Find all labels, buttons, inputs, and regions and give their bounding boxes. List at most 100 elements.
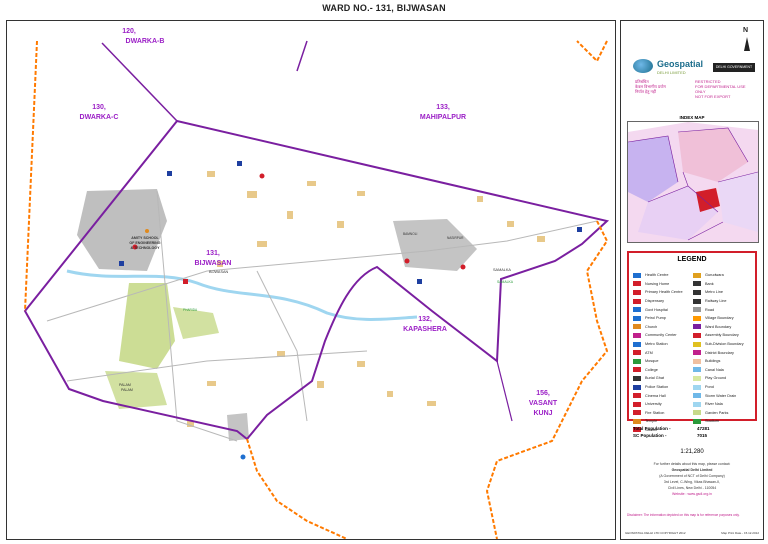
- legend-label: Community Center: [645, 333, 677, 338]
- district-boundary: [24, 40, 38, 312]
- legend-symbol-icon: [693, 384, 701, 390]
- legend-label: Church: [645, 324, 658, 329]
- legend-symbol-icon: [693, 375, 701, 381]
- legend-item: Cinema Hall: [633, 391, 683, 400]
- legend-symbol-icon: [633, 350, 641, 356]
- legend-item: Canal Nala: [693, 366, 744, 375]
- place-label: BIJWASAN: [209, 270, 229, 274]
- legend-symbol-icon: [633, 384, 641, 390]
- north-arrow-icon: [744, 37, 750, 51]
- legend-item: Village Boundary: [693, 314, 744, 323]
- legend-label: Ward Boundary: [705, 324, 732, 329]
- population-value: 7015: [697, 433, 708, 438]
- legend-column-right: Gurudwara Bank Metro Line Railway Line Road V…: [693, 271, 744, 426]
- legend-symbol-icon: [633, 410, 641, 416]
- legend-symbol-icon: [633, 324, 641, 330]
- map-canvas[interactable]: 120, DWARKA-B 130, DWARKA-C 133, MAHIPAL…: [6, 20, 616, 540]
- legend-symbol-icon: [633, 341, 641, 347]
- legend-label: Canal Nala: [705, 367, 724, 372]
- place-label: NASIRPUR: [447, 236, 464, 240]
- legend-item: Community Center: [633, 331, 683, 340]
- legend-label: Railway Line: [705, 299, 727, 304]
- legend-item: Police Station: [633, 383, 683, 392]
- index-map-svg: [628, 122, 758, 242]
- legend-item: Nursing Home: [633, 280, 683, 289]
- ward-label-number: 120,: [122, 28, 136, 35]
- legend-label: University: [645, 402, 662, 407]
- legend-label: Storm Water Drain: [705, 393, 737, 398]
- legend-symbol-icon: [633, 401, 641, 407]
- ward-boundary: [101, 42, 178, 122]
- ward-label-name-2: KUNJ: [533, 410, 552, 417]
- legend-label: Temple: [645, 419, 658, 424]
- legend-symbol-icon: [633, 298, 641, 304]
- district-boundary: [246, 438, 348, 539]
- place-label: & TECHNOLOGY: [131, 246, 161, 250]
- legend-label: Metro Line: [705, 290, 723, 295]
- ward-map-svg: 120, DWARKA-B 130, DWARKA-C 133, MAHIPAL…: [23, 28, 610, 539]
- legend-label: District Boundary: [705, 350, 734, 355]
- ward-label-number: 156,: [536, 390, 550, 397]
- legend-symbol-icon: [693, 410, 701, 416]
- population-row: Total Population - 47281: [633, 425, 710, 432]
- legend-label: Primary Health Centre: [645, 290, 683, 295]
- ward-boundary: [23, 119, 610, 441]
- ward-label-number: 131,: [206, 250, 220, 257]
- map-title: WARD NO.- 131, BIJWASAN: [322, 3, 446, 13]
- legend-item: College: [633, 366, 683, 375]
- legend-item: Ward Boundary: [693, 323, 744, 332]
- restriction-line: NOT FOR EXPORT: [695, 94, 731, 99]
- legend-title: LEGEND: [677, 256, 707, 263]
- legend-symbol-icon: [693, 341, 701, 347]
- logo-subtitle: DELHI LIMITED: [657, 70, 686, 75]
- place-label: SAMALKA: [493, 268, 511, 272]
- legend-symbol-icon: [633, 358, 641, 364]
- index-map[interactable]: [627, 121, 759, 243]
- legend-symbol-icon: [693, 401, 701, 407]
- legend-item: Play Ground: [693, 374, 744, 383]
- legend-label: Pond: [705, 385, 714, 390]
- legend-item: Metro Line: [693, 288, 744, 297]
- buildings: [187, 171, 545, 427]
- legend-symbol-icon: [693, 289, 701, 295]
- legend-label: Fire Station: [645, 410, 665, 415]
- place-label: AMITY SCHOOL: [131, 236, 159, 240]
- legend-symbol-icon: [633, 393, 641, 399]
- legend-label: Village Boundary: [705, 316, 734, 321]
- river: [66, 269, 418, 321]
- place-label: PALAM: [119, 383, 131, 387]
- legend-label: Garden Parks: [705, 410, 729, 415]
- legend-label: Metro Station: [645, 342, 668, 347]
- map-info-panel: N Geospatial DELHI LIMITED DELHI GOVERNM…: [620, 20, 764, 540]
- logo-name: Geospatial: [657, 59, 704, 69]
- govt-logo: DELHI GOVERNMENT: [713, 63, 755, 72]
- legend-label: Cinema Hall: [645, 393, 666, 398]
- legend-item: Garden Parks: [693, 409, 744, 418]
- legend-symbol-icon: [693, 324, 701, 330]
- legend-label: Road: [705, 307, 715, 312]
- legend-symbol-icon: [693, 393, 701, 399]
- legend: LEGEND Health Centre Nursing Home Primary …: [627, 251, 757, 433]
- population-block: Total Population - 47281 SC Population - 7…: [633, 425, 710, 439]
- legend-label: Police Station: [645, 385, 669, 390]
- legend-item: Petrol Pump: [633, 314, 683, 323]
- legend-label: Stadium: [705, 419, 719, 424]
- legend-item: Storm Water Drain: [693, 391, 744, 400]
- legend-symbol-icon: [693, 272, 701, 278]
- ward-boundary: [496, 360, 513, 422]
- legend-symbol-icon: [633, 315, 641, 321]
- legend-item: Pond: [693, 383, 744, 392]
- copyright-text: GEOSPATIAL DELHI LTD COPYRIGHT 2012: [625, 531, 686, 535]
- population-row: SC Population - 7015: [633, 432, 707, 439]
- ward-label-name: BIJWASAN: [195, 260, 232, 267]
- website-link[interactable]: Website : www.gsdl.org.in: [625, 491, 759, 497]
- place-label: PHARIDA: [183, 308, 198, 312]
- legend-label: Bank: [705, 281, 714, 286]
- legend-symbol-icon: [633, 289, 641, 295]
- population-label: Total Population -: [633, 426, 671, 431]
- legend-item: Church: [633, 323, 683, 332]
- legend-item: University: [633, 400, 683, 409]
- legend-label: River Nala: [705, 402, 723, 407]
- disclaimer: Disclaimer: The information depicted on …: [627, 513, 740, 517]
- legend-item: Dispensary: [633, 297, 683, 306]
